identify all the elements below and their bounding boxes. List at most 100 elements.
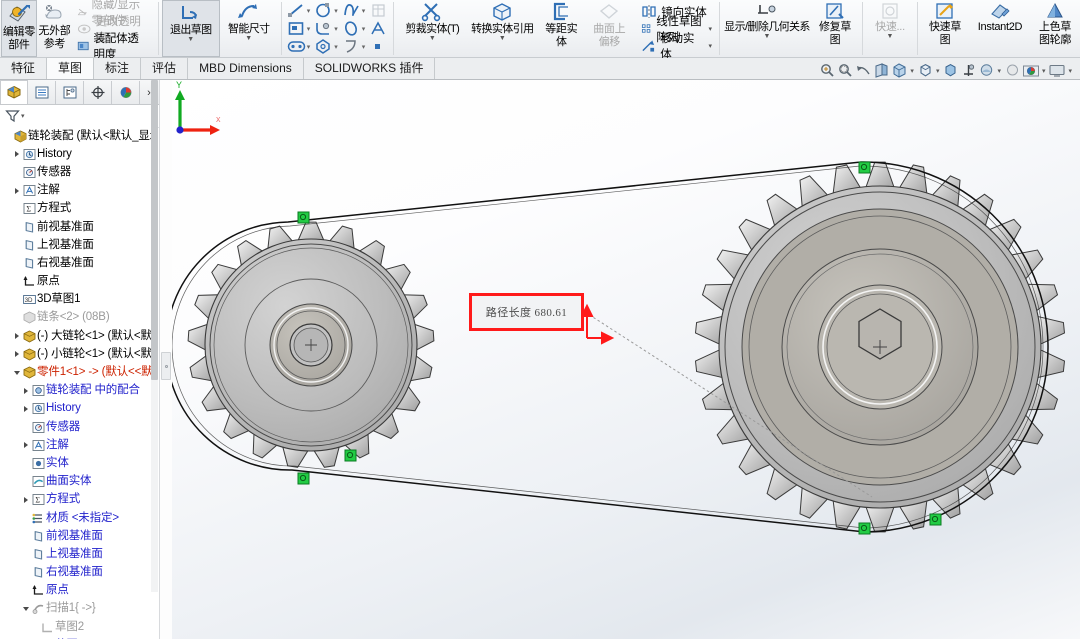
ellipse-tool[interactable]: ▾	[341, 20, 369, 38]
large-sprocket[interactable]	[696, 162, 1065, 532]
tree-expand-toggle[interactable]	[20, 388, 31, 394]
tree-filter-bar[interactable]: ▾	[0, 105, 159, 128]
dimxpert-manager-tab[interactable]	[84, 81, 112, 104]
tree-expand-toggle[interactable]	[11, 351, 22, 357]
tree-right-plane[interactable]: 右视基准面	[0, 254, 152, 272]
selection-marker[interactable]	[298, 212, 309, 223]
tree-expand-toggle[interactable]	[20, 442, 31, 448]
feature-tree[interactable]: 链轮装配 (默认<默认_显示⌃History传感器注解Σ方程式前视基准面上视基准…	[0, 127, 152, 639]
tree-surface-bodies[interactable]: 曲面实体	[0, 473, 152, 491]
shaded-sketch-contours-button[interactable]: 上色草 图轮廓	[1031, 0, 1079, 57]
slot-tool[interactable]: ▾	[286, 38, 314, 56]
tree-sweep1[interactable]: 扫描1{ ->}	[0, 600, 152, 618]
tree-origin[interactable]: 原点	[0, 273, 152, 291]
zoom-to-fit-button[interactable]	[819, 63, 836, 78]
view-orientation-caret[interactable]: ▾	[910, 67, 914, 75]
viewport-caret[interactable]: ▾	[1068, 67, 1072, 75]
selection-marker[interactable]	[298, 473, 309, 484]
tree-3dsketch1[interactable]: 3D3D草图1	[0, 291, 152, 309]
filter-caret-icon[interactable]: ▾	[21, 112, 25, 120]
tree-part-equations[interactable]: Σ方程式	[0, 491, 152, 509]
linear-pattern-caret[interactable]: ▾	[708, 25, 712, 33]
selection-marker[interactable]	[859, 162, 870, 173]
smart-dimension-caret[interactable]: ▼	[245, 35, 252, 42]
edit-component-button[interactable]: 编辑零 部件	[1, 0, 37, 57]
tree-big-sprocket[interactable]: (-) 大链轮<1> (默认<默	[0, 327, 152, 345]
render-tools-button[interactable]: ▾	[1022, 63, 1048, 78]
viewport-button[interactable]: ▾	[1048, 63, 1074, 78]
instant2d-button[interactable]: Instant2D	[969, 0, 1031, 57]
no-external-references-button[interactable]: 无外部 参考	[37, 0, 72, 57]
splitter-handle[interactable]	[161, 352, 171, 380]
tree-expand-toggle[interactable]	[20, 607, 31, 611]
tree-part-origin[interactable]: 原点	[0, 582, 152, 600]
rectangle-tool[interactable]: ▾	[286, 20, 314, 38]
apply-scene-button[interactable]: ▾	[978, 63, 1003, 78]
display-style-caret[interactable]: ▾	[936, 67, 940, 75]
tree-sketch2[interactable]: 草图2	[0, 618, 152, 636]
tree-front-plane[interactable]: 前视基准面	[0, 218, 152, 236]
arc-tool[interactable]: ▾	[341, 38, 369, 56]
tree-small-sprocket[interactable]: (-) 小链轮<1> (默认<默	[0, 345, 152, 363]
tree-part-top-plane[interactable]: 上视基准面	[0, 545, 152, 563]
tree-part-front-plane[interactable]: 前视基准面	[0, 527, 152, 545]
tree-sensors[interactable]: 传感器	[0, 163, 152, 181]
tree-equations[interactable]: Σ方程式	[0, 200, 152, 218]
tree-top-plane[interactable]: 上视基准面	[0, 236, 152, 254]
tree-part-right-plane[interactable]: 右视基准面	[0, 564, 152, 582]
convert-entities-caret[interactable]: ▼	[499, 35, 506, 42]
circle-tool[interactable]: ▾	[313, 2, 341, 20]
relations-caret[interactable]: ▼	[764, 33, 771, 40]
tab-evaluate[interactable]: 评估	[140, 58, 188, 79]
section-view-button[interactable]	[873, 63, 890, 78]
spline-tool[interactable]: ▾	[341, 2, 369, 20]
edit-appearance-button[interactable]	[960, 63, 977, 78]
exit-sketch-caret[interactable]: ▼	[187, 36, 194, 43]
text-tool[interactable]	[368, 20, 389, 38]
view-orientation-button[interactable]: ▾	[891, 63, 916, 78]
polygon-tool[interactable]: ▾	[313, 38, 341, 56]
point-tool[interactable]	[368, 38, 389, 56]
apply-scene-caret[interactable]: ▾	[997, 67, 1001, 75]
selection-marker[interactable]	[930, 514, 941, 525]
view-settings-button[interactable]	[1004, 63, 1021, 78]
tree-solid-bodies[interactable]: 实体	[0, 454, 152, 472]
tree-part-annotations[interactable]: 注解	[0, 436, 152, 454]
tree-expand-toggle[interactable]	[11, 188, 22, 194]
display-style-button[interactable]: ▾	[917, 63, 942, 78]
tab-mbd-dimensions[interactable]: MBD Dimensions	[187, 58, 304, 79]
selection-marker[interactable]	[859, 523, 870, 534]
repair-sketch-button[interactable]: 修复草 图	[811, 0, 859, 57]
tab-solidworks-addins[interactable]: SOLIDWORKS 插件	[303, 58, 436, 79]
tree-expand-toggle[interactable]	[20, 406, 31, 412]
configuration-manager-tab[interactable]	[56, 81, 84, 104]
tree-expand-toggle[interactable]	[11, 371, 22, 375]
tree-root-assembly[interactable]: 链轮装配 (默认<默认_显示⌃	[0, 127, 152, 145]
quick-snaps-button[interactable]: 快速... ▼	[866, 0, 914, 57]
offset-entities-button[interactable]: 等距实 体	[537, 0, 585, 57]
display-manager-tab[interactable]	[112, 81, 140, 104]
feature-manager-tab[interactable]	[0, 80, 28, 104]
convert-entities-button[interactable]: 转换实体引用 ▼	[467, 0, 537, 57]
rapid-sketch-button[interactable]: 快速草 图	[921, 0, 969, 57]
trim-entities-button[interactable]: 剪裁实体(T) ▼	[397, 0, 467, 57]
tree-mates-in-assembly[interactable]: 链轮装配 中的配合	[0, 382, 152, 400]
tree-scrollbar-thumb[interactable]	[151, 80, 158, 380]
tree-part-history[interactable]: History	[0, 400, 152, 418]
tree-scrollbar[interactable]	[151, 80, 158, 592]
tree-expand-toggle[interactable]	[20, 497, 31, 503]
render-tools-caret[interactable]: ▾	[1042, 67, 1046, 75]
selection-marker[interactable]	[345, 450, 356, 461]
display-delete-relations-button[interactable]: 显示/删除几何关系 ▼	[723, 0, 811, 57]
tree-history[interactable]: History	[0, 145, 152, 163]
tab-markup[interactable]: 标注	[93, 58, 141, 79]
dimension-drag-handle[interactable]	[582, 306, 612, 343]
trim-surface-tool[interactable]	[368, 2, 389, 20]
tree-expand-toggle[interactable]	[11, 333, 22, 339]
tree-chain-2[interactable]: 链条<2> (08B)	[0, 309, 152, 327]
hide-show-items-button[interactable]	[942, 63, 959, 78]
smart-dimension-button[interactable]: 智能尺寸 ▼	[220, 0, 278, 57]
tab-sketch[interactable]: 草图	[46, 57, 94, 79]
previous-view-button[interactable]	[855, 63, 872, 78]
trim-entities-caret[interactable]: ▼	[429, 35, 436, 42]
